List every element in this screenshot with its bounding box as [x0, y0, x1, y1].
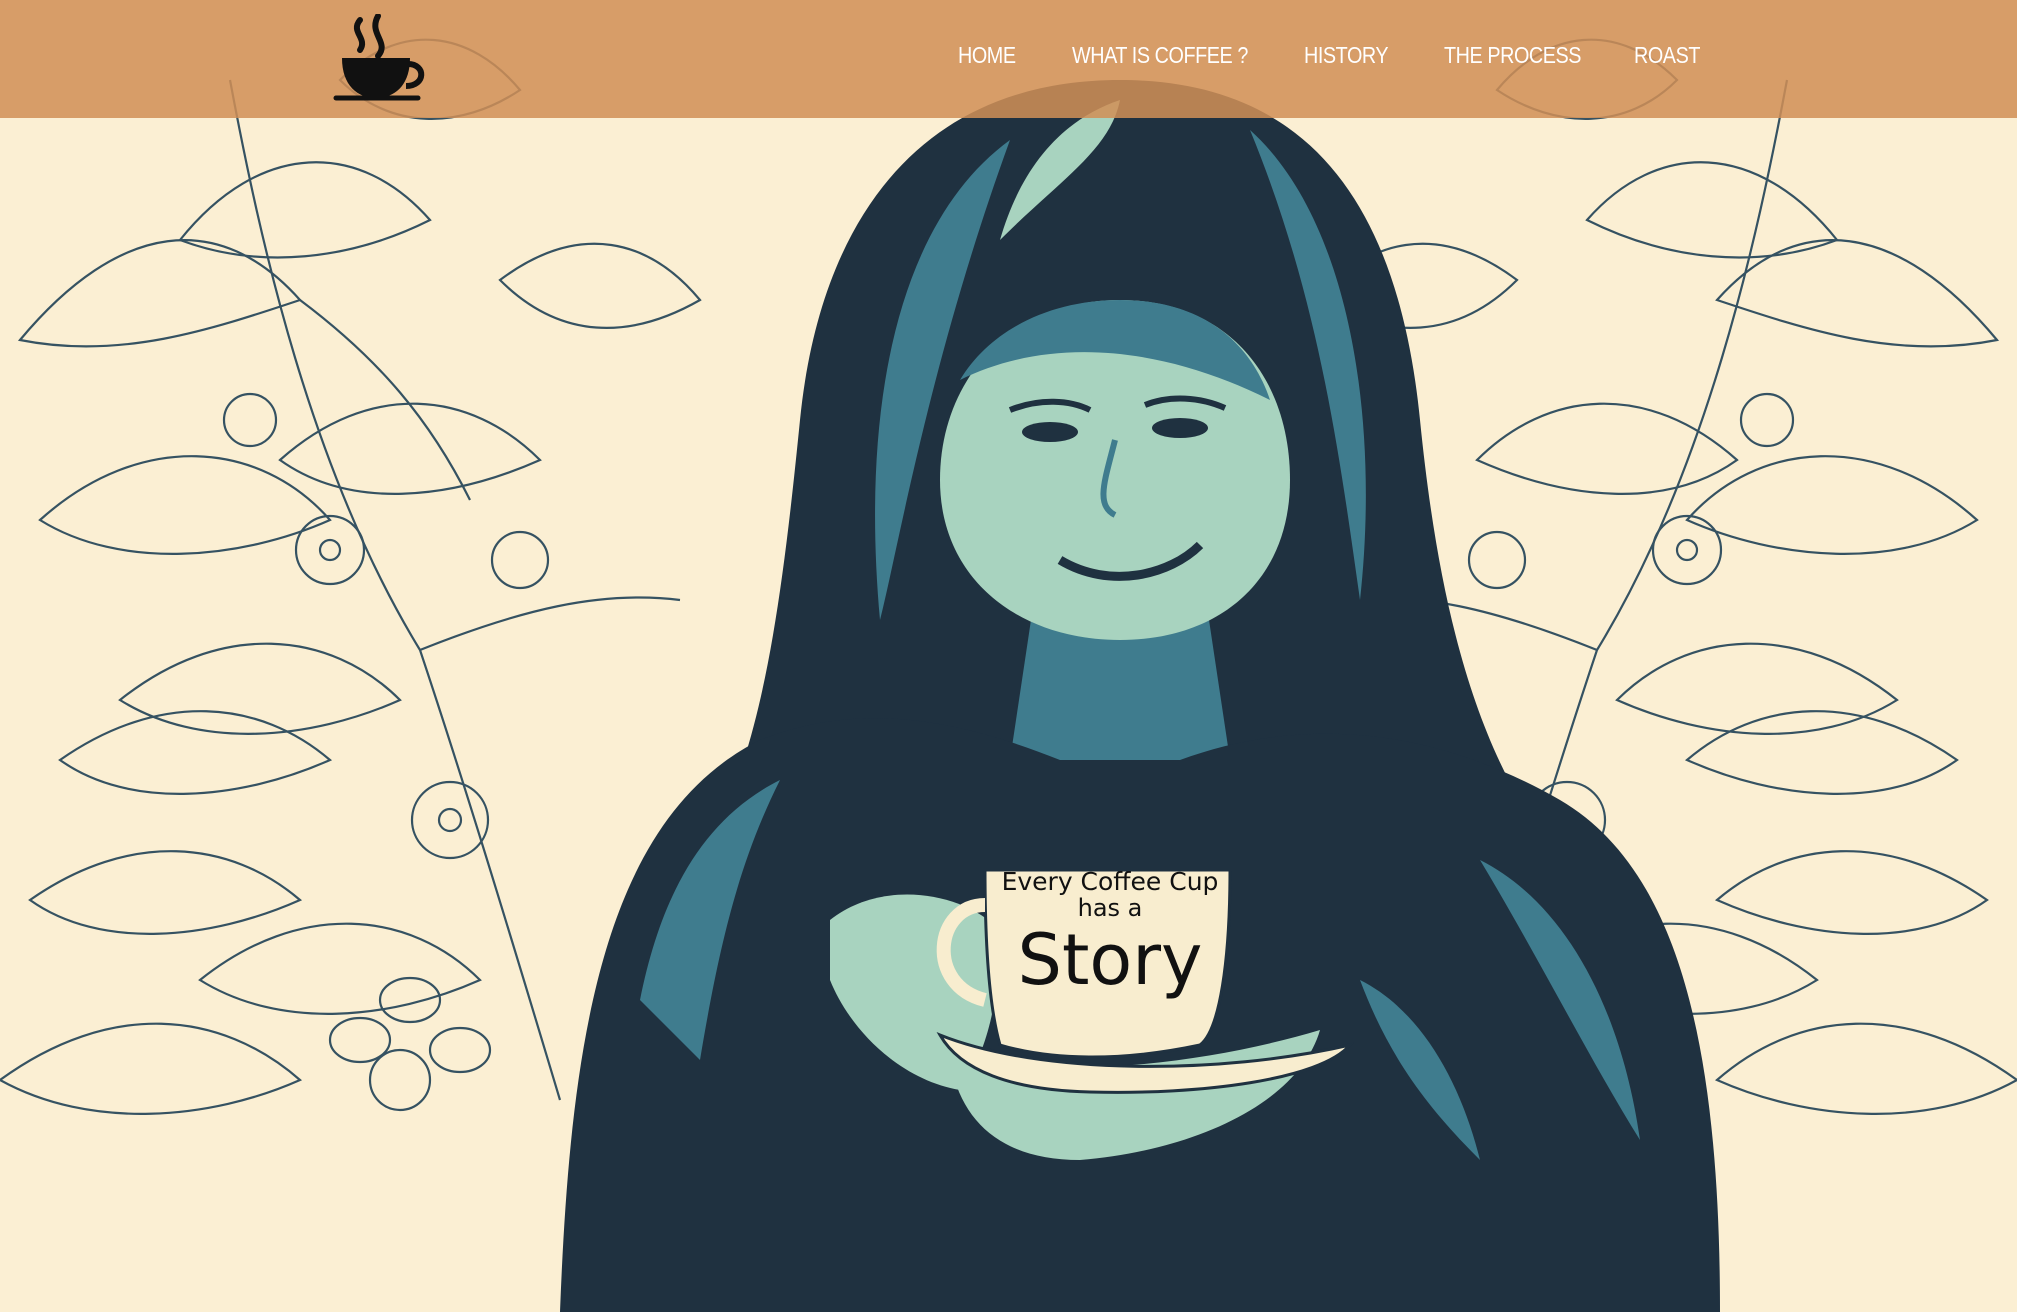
cup-slogan-line2: has a — [1077, 894, 1143, 922]
nav-the-process-link[interactable]: THE PROCESS — [1444, 42, 1581, 69]
hero-page: Every Coffee Cup has a Story HOME WHAT I… — [0, 0, 2017, 1312]
hero-illustration — [0, 0, 2017, 1312]
nav-links: HOME WHAT IS COFFEE ? HISTORY THE PROCES… — [0, 0, 2017, 118]
nav-home-link[interactable]: HOME — [958, 42, 1016, 69]
cup-slogan-line1: Every Coffee Cup — [1001, 867, 1219, 896]
nav-what-is-coffee-link[interactable]: WHAT IS COFFEE ? — [1072, 42, 1248, 69]
nav-history-link[interactable]: HISTORY — [1304, 42, 1389, 69]
nav-roast-link[interactable]: ROAST — [1634, 42, 1700, 69]
cup-slogan-story: Story — [1017, 919, 1203, 1001]
cup-slogan: Every Coffee Cup has a Story — [990, 867, 1230, 1001]
top-navbar: HOME WHAT IS COFFEE ? HISTORY THE PROCES… — [0, 0, 2017, 118]
